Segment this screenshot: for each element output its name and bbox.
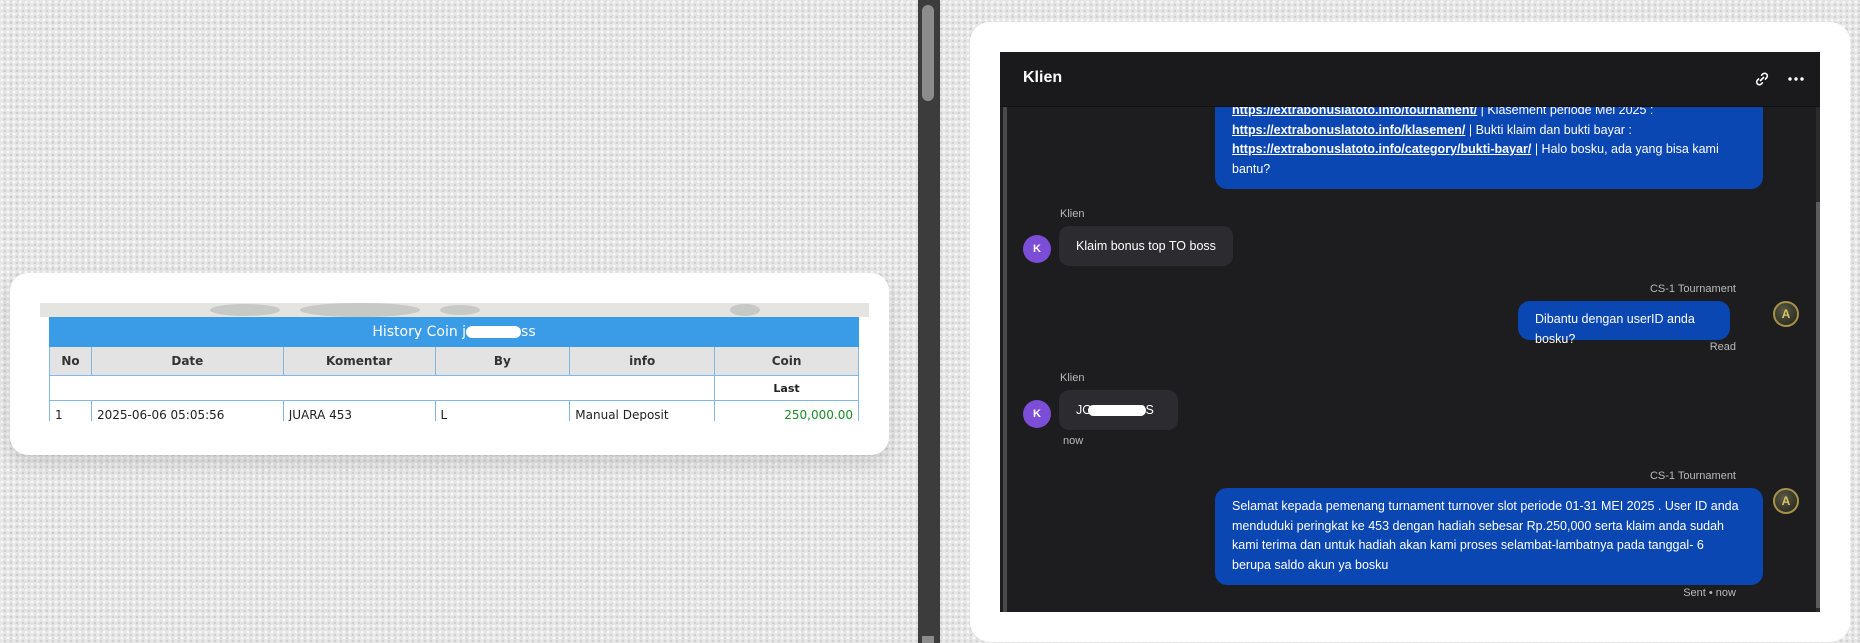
history-title-prefix: History Coin j bbox=[372, 324, 467, 340]
history-title-suffix: ss bbox=[521, 324, 536, 340]
agent-message-bubble: Selamat kepada pemenang turnament turnov… bbox=[1215, 488, 1763, 585]
history-table-frame: History Coin j ss No Date Komentar By inf… bbox=[40, 303, 869, 421]
chat-scrollbar[interactable] bbox=[1816, 106, 1820, 612]
cell-info: Manual Deposit bbox=[569, 400, 716, 421]
split-divider-scrollbar[interactable] bbox=[918, 0, 940, 643]
table-row: 1 2025-06-06 05:05:56 JUARA 453 L Manual… bbox=[49, 400, 859, 421]
klasemen-link[interactable]: https://extrabonuslatoto.info/klasemen/ bbox=[1232, 123, 1465, 137]
scrollbar-foot bbox=[922, 636, 934, 643]
client-avatar: K bbox=[1023, 400, 1051, 428]
client-message-bubble: Klaim bonus top TO boss bbox=[1059, 226, 1233, 266]
cell-no: 1 bbox=[49, 400, 92, 421]
sender-label: CS-1 Tournament bbox=[1649, 470, 1736, 482]
message-time: now bbox=[1063, 435, 1084, 447]
chat-left-scroll-track bbox=[1003, 106, 1007, 612]
world-map-banner bbox=[40, 303, 869, 317]
chat-scrollbar-thumb[interactable] bbox=[1816, 202, 1820, 608]
last-label: Last bbox=[714, 375, 859, 401]
agent-avatar: A bbox=[1773, 301, 1799, 327]
more-options-icon[interactable] bbox=[1786, 69, 1806, 89]
link-icon[interactable] bbox=[1752, 69, 1772, 89]
col-coin: Coin bbox=[714, 346, 859, 376]
chat-card: Klien https://extrabonuslatoto.info/tour… bbox=[970, 22, 1850, 642]
read-status: Read bbox=[1709, 341, 1736, 353]
chat-header: Klien bbox=[1000, 52, 1820, 107]
sender-label: Klien bbox=[1060, 208, 1085, 220]
history-card: History Coin j ss No Date Komentar By inf… bbox=[10, 273, 889, 455]
bukti-bayar-link[interactable]: https://extrabonuslatoto.info/category/b… bbox=[1232, 142, 1531, 156]
sent-status: Sent • now bbox=[1683, 587, 1736, 599]
cell-komentar: JUARA 453 bbox=[282, 400, 436, 421]
redacted-user-id bbox=[1088, 405, 1146, 416]
cell-date: 2025-06-06 05:05:56 bbox=[90, 400, 284, 421]
client-avatar: K bbox=[1023, 235, 1051, 263]
cell-coin: 250,000.00 bbox=[714, 400, 859, 421]
cell-by: L bbox=[434, 400, 571, 421]
scrollbar-thumb[interactable] bbox=[922, 5, 934, 101]
history-coin-table: History Coin j ss No Date Komentar By inf… bbox=[48, 317, 859, 421]
agent-avatar: A bbox=[1773, 488, 1799, 514]
col-komentar: Komentar bbox=[282, 346, 436, 376]
client-message-bubble: JOKONBOSS bbox=[1059, 390, 1178, 430]
col-no: No bbox=[49, 346, 92, 376]
last-row: Last bbox=[48, 375, 859, 401]
history-title: History Coin j ss bbox=[49, 317, 859, 347]
chat-window: Klien https://extrabonuslatoto.info/tour… bbox=[1000, 52, 1820, 612]
sender-label: Klien bbox=[1060, 372, 1085, 384]
col-date: Date bbox=[90, 346, 284, 376]
col-info: info bbox=[569, 346, 716, 376]
sender-label: CS-1 Tournament bbox=[1649, 283, 1736, 295]
agent-message-bubble: Dibantu dengan userID anda bosku? bbox=[1518, 301, 1730, 346]
redacted-username bbox=[466, 326, 522, 338]
chat-title: Klien bbox=[1023, 69, 1063, 86]
col-by: By bbox=[434, 346, 571, 376]
